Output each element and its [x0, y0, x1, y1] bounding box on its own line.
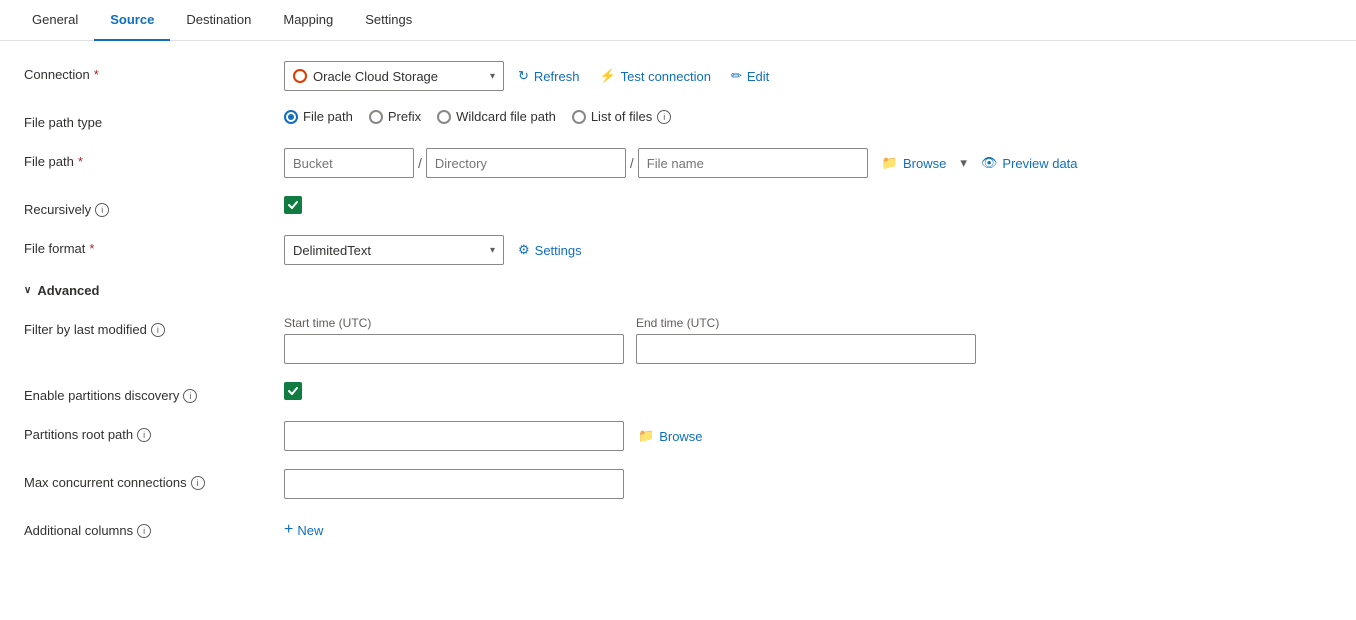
sep2: /	[630, 155, 634, 171]
file-path-type-label: File path type	[24, 109, 284, 130]
partitions-check-icon	[287, 385, 299, 397]
recursively-checkbox[interactable]	[284, 196, 302, 214]
file-path-controls: / / 📁 Browse ▾ 👁 Preview data	[284, 148, 1332, 178]
max-concurrent-row: Max concurrent connections i	[24, 469, 1332, 499]
additional-columns-info-icon[interactable]: i	[137, 524, 151, 538]
tab-mapping[interactable]: Mapping	[267, 0, 349, 41]
connection-row: Connection * Oracle Cloud Storage ▾ ↻ Re…	[24, 61, 1332, 91]
radio-group: File path Prefix Wildcard file path List…	[284, 109, 671, 124]
recursively-controls	[284, 196, 1332, 214]
form-content: Connection * Oracle Cloud Storage ▾ ↻ Re…	[0, 41, 1356, 581]
file-path-type-row: File path type File path Prefix Wildcard…	[24, 109, 1332, 130]
format-dropdown-arrow-icon: ▾	[490, 245, 495, 256]
tab-destination[interactable]: Destination	[170, 0, 267, 41]
advanced-chevron-icon: ∨	[24, 285, 31, 296]
file-format-row: File format * DelimitedText ▾ ⚙ Settings	[24, 235, 1332, 265]
additional-columns-row: Additional columns i + New	[24, 517, 1332, 543]
edit-icon: ✏	[731, 68, 742, 84]
file-path-label: File path *	[24, 148, 284, 169]
partitions-root-label: Partitions root path i	[24, 421, 284, 442]
recursively-row: Recursively i	[24, 196, 1332, 217]
file-format-dropdown[interactable]: DelimitedText ▾	[284, 235, 504, 265]
partitions-info-icon[interactable]: i	[183, 389, 197, 403]
browse-button[interactable]: 📁 Browse	[876, 151, 953, 175]
new-column-button[interactable]: + New	[284, 517, 323, 543]
partitions-root-row: Partitions root path i 📁 Browse	[24, 421, 1332, 451]
refresh-button[interactable]: ↻ Refresh	[512, 64, 585, 88]
connection-dropdown[interactable]: Oracle Cloud Storage ▾	[284, 61, 504, 91]
max-concurrent-controls	[284, 469, 1332, 499]
test-icon: ⚡	[599, 68, 615, 84]
filename-input[interactable]	[638, 148, 868, 178]
preview-data-button[interactable]: 👁 Preview data	[975, 151, 1084, 175]
partitions-root-input[interactable]	[284, 421, 624, 451]
listfiles-info-icon[interactable]: i	[657, 110, 671, 124]
connection-label: Connection *	[24, 61, 284, 82]
enable-partitions-row: Enable partitions discovery i	[24, 382, 1332, 403]
partitions-root-controls: 📁 Browse	[284, 421, 1332, 451]
edit-button[interactable]: ✏ Edit	[725, 64, 775, 88]
radio-listfiles-input[interactable]	[572, 110, 586, 124]
radio-filepath[interactable]: File path	[284, 109, 353, 124]
settings-icon: ⚙	[518, 242, 530, 258]
enable-partitions-label: Enable partitions discovery i	[24, 382, 284, 403]
dropdown-arrow-icon: ▾	[490, 71, 495, 82]
connection-icon	[293, 69, 307, 83]
end-time-input[interactable]	[636, 334, 976, 364]
radio-prefix[interactable]: Prefix	[369, 109, 421, 124]
advanced-toggle[interactable]: ∨ Advanced	[24, 283, 99, 298]
end-time-group: End time (UTC)	[636, 316, 976, 364]
radio-listfiles[interactable]: List of files i	[572, 109, 671, 124]
connection-controls: Oracle Cloud Storage ▾ ↻ Refresh ⚡ Test …	[284, 61, 1332, 91]
filter-info-icon[interactable]: i	[151, 323, 165, 337]
check-icon	[287, 199, 299, 211]
partitions-browse-button[interactable]: 📁 Browse	[632, 424, 709, 448]
refresh-icon: ↻	[518, 68, 529, 84]
format-settings-button[interactable]: ⚙ Settings	[512, 238, 588, 262]
tab-general[interactable]: General	[16, 0, 94, 41]
file-path-type-controls: File path Prefix Wildcard file path List…	[284, 109, 1332, 124]
plus-icon: +	[284, 521, 293, 539]
file-path-row: File path * / / 📁 Browse ▾ 👁 Preview dat…	[24, 148, 1332, 178]
browse-icon: 📁	[882, 155, 898, 171]
sep1: /	[418, 155, 422, 171]
bucket-input[interactable]	[284, 148, 414, 178]
partitions-browse-icon: 📁	[638, 428, 654, 444]
recursively-label: Recursively i	[24, 196, 284, 217]
directory-input[interactable]	[426, 148, 626, 178]
radio-filepath-input[interactable]	[284, 110, 298, 124]
file-format-label: File format *	[24, 235, 284, 256]
additional-columns-controls: + New	[284, 517, 1332, 543]
enable-partitions-checkbox[interactable]	[284, 382, 302, 400]
test-connection-button[interactable]: ⚡ Test connection	[593, 64, 717, 88]
tab-source[interactable]: Source	[94, 0, 170, 41]
datetime-inputs: Start time (UTC) End time (UTC)	[284, 316, 976, 364]
radio-wildcard[interactable]: Wildcard file path	[437, 109, 556, 124]
enable-partitions-controls	[284, 382, 1332, 400]
partitions-root-info-icon[interactable]: i	[137, 428, 151, 442]
filter-last-modified-label: Filter by last modified i	[24, 316, 284, 337]
tab-settings[interactable]: Settings	[349, 0, 428, 41]
advanced-row: ∨ Advanced	[24, 283, 1332, 298]
tab-bar: General Source Destination Mapping Setti…	[0, 0, 1356, 41]
additional-columns-label: Additional columns i	[24, 517, 284, 538]
max-concurrent-input[interactable]	[284, 469, 624, 499]
preview-icon: 👁	[981, 155, 998, 171]
start-time-group: Start time (UTC)	[284, 316, 624, 364]
filter-last-modified-row: Filter by last modified i Start time (UT…	[24, 316, 1332, 364]
filter-last-modified-controls: Start time (UTC) End time (UTC)	[284, 316, 1332, 364]
file-format-controls: DelimitedText ▾ ⚙ Settings	[284, 235, 1332, 265]
max-concurrent-label: Max concurrent connections i	[24, 469, 284, 490]
browse-dropdown-arrow[interactable]: ▾	[960, 155, 967, 171]
radio-prefix-input[interactable]	[369, 110, 383, 124]
radio-wildcard-input[interactable]	[437, 110, 451, 124]
filepath-group: / /	[284, 148, 868, 178]
recursively-info-icon[interactable]: i	[95, 203, 109, 217]
max-concurrent-info-icon[interactable]: i	[191, 476, 205, 490]
start-time-input[interactable]	[284, 334, 624, 364]
